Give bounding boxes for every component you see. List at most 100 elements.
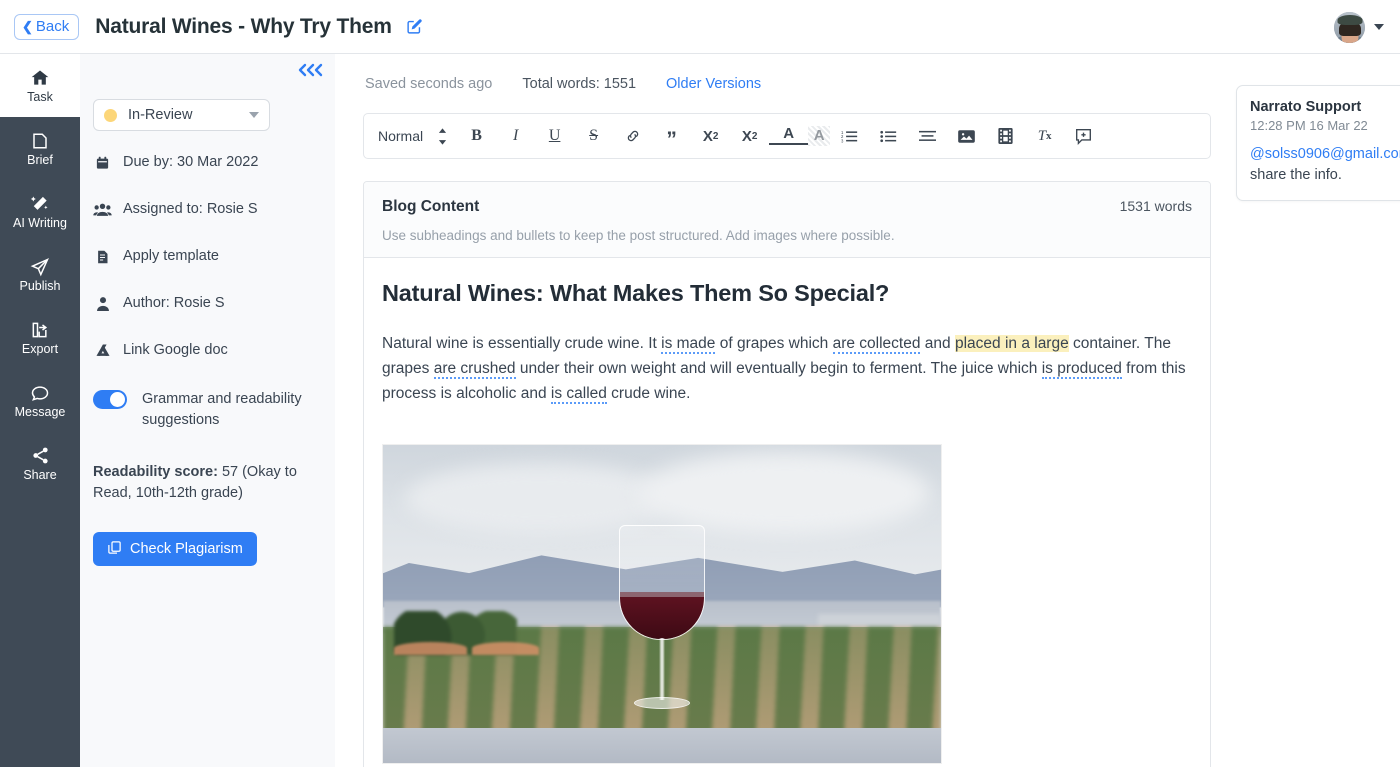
chevron-left-icon: ❮	[22, 18, 33, 34]
italic-icon[interactable]: I	[496, 114, 535, 158]
left-nav-rail: Task Brief AI Writing Publish Export Mes…	[0, 54, 80, 767]
speech-bubble-icon	[30, 382, 50, 403]
task-meta-panel: In-Review Due by: 30 Mar 2022 Assigned t…	[80, 54, 340, 767]
insert-image-icon[interactable]	[947, 114, 986, 158]
meta-row-label: Author: Rosie S	[123, 295, 225, 311]
strikethrough-icon[interactable]: S	[574, 114, 613, 158]
comment-timestamp: 12:28 PM 16 Mar 22	[1250, 118, 1368, 133]
comment-card[interactable]: Narrato Support 12:28 PM 16 Mar 22 @sols…	[1236, 85, 1400, 202]
rail-item-share[interactable]: Share	[0, 432, 80, 495]
insert-video-icon[interactable]	[986, 114, 1025, 158]
paragraph-text-2: of grapes which	[715, 335, 833, 352]
document-image[interactable]	[382, 444, 942, 765]
rail-item-task[interactable]: Task	[0, 54, 80, 117]
comments-pane: Narrato Support 12:28 PM 16 Mar 22 @sols…	[1226, 54, 1400, 767]
page-title-text: Natural Wines - Why Try Them	[95, 14, 392, 38]
google-drive-icon	[93, 342, 112, 358]
check-plagiarism-button[interactable]: Check Plagiarism	[93, 532, 257, 566]
top-bar: ❮ Back Natural Wines - Why Try Them	[0, 0, 1400, 54]
person-icon	[93, 295, 112, 312]
meta-row-assignee[interactable]: Assigned to: Rosie S	[93, 201, 328, 226]
chevron-down-icon[interactable]	[1374, 24, 1384, 30]
link-icon[interactable]	[613, 114, 652, 158]
rail-item-message[interactable]: Message	[0, 369, 80, 432]
magic-wand-icon	[30, 193, 50, 214]
highlighted-text-5[interactable]: placed in a large	[954, 335, 1069, 352]
format-dropdown-label[interactable]: Normal	[378, 128, 427, 144]
check-plagiarism-label: Check Plagiarism	[130, 541, 243, 557]
status-label: In-Review	[128, 107, 193, 123]
add-comment-icon[interactable]	[1064, 114, 1103, 158]
users-icon	[93, 201, 112, 217]
rail-item-label: AI Writing	[13, 216, 67, 231]
grammar-suggestion-1[interactable]: is made	[661, 335, 716, 354]
text-color-icon[interactable]: A	[769, 125, 809, 145]
older-versions-link[interactable]: Older Versions	[666, 76, 761, 92]
subscript-icon[interactable]: X2	[691, 114, 730, 158]
comment-body: @solss0906@gmail.com want to share the i…	[1250, 144, 1400, 186]
meta-row-label: Assigned to: Rosie S	[123, 201, 258, 217]
rail-item-label: Share	[23, 468, 57, 483]
document-paragraph: Natural wine is essentially crude wine. …	[382, 331, 1192, 406]
status-dropdown[interactable]: In-Review	[93, 99, 270, 131]
meta-row-label: Link Google doc	[123, 342, 228, 358]
status-dot-icon	[104, 108, 117, 122]
content-card-hint: Use subheadings and bullets to keep the …	[382, 228, 895, 243]
back-button[interactable]: ❮ Back	[14, 13, 80, 40]
superscript-icon[interactable]: X2	[730, 114, 769, 158]
page-title: Natural Wines - Why Try Them	[95, 15, 423, 39]
rail-item-ai-writing[interactable]: AI Writing	[0, 180, 80, 243]
triple-chevron-left-icon[interactable]	[295, 62, 325, 82]
document-editable-body[interactable]: Natural Wines: What Makes Them So Specia…	[364, 258, 1210, 765]
readability-label: Readability score:	[93, 464, 218, 480]
pencil-square-icon[interactable]	[406, 18, 423, 35]
paragraph-text-4: and	[920, 335, 955, 352]
home-icon	[30, 67, 50, 88]
highlight-color-icon[interactable]: A	[808, 126, 831, 146]
grammar-suggestions-toggle[interactable]	[93, 390, 127, 409]
paragraph-text-8: under their own weight and will eventual…	[515, 360, 1042, 378]
rail-item-brief[interactable]: Brief	[0, 117, 80, 180]
rail-item-export[interactable]: Export	[0, 306, 80, 369]
grammar-suggestion-3[interactable]: are collected	[832, 335, 921, 354]
template-icon	[93, 248, 112, 265]
meta-row-due-date[interactable]: Due by: 30 Mar 2022	[93, 154, 328, 179]
rail-item-label: Publish	[19, 279, 61, 294]
editor-status-bar: Saved seconds ago Total words: 1551 Olde…	[365, 76, 761, 92]
paper-plane-icon	[30, 256, 50, 277]
comment-author: Narrato Support	[1250, 99, 1362, 115]
meta-row-apply-template[interactable]: Apply template	[93, 248, 328, 273]
grammar-suggestion-7[interactable]: are crushed	[433, 360, 516, 380]
calendar-icon	[93, 154, 112, 171]
meta-row-label: Apply template	[123, 248, 219, 264]
format-stepper-icon[interactable]	[427, 114, 457, 158]
meta-row-label: Due by: 30 Mar 2022	[123, 154, 259, 170]
align-icon[interactable]	[908, 114, 947, 158]
underline-icon[interactable]: U	[535, 114, 574, 158]
clear-format-icon[interactable]: Tx	[1025, 114, 1064, 158]
grammar-suggestion-9[interactable]: is produced	[1041, 360, 1122, 380]
content-card-title: Blog Content	[382, 198, 480, 215]
blog-content-card: Blog Content 1531 words Use subheadings …	[363, 181, 1211, 767]
meta-row-author[interactable]: Author: Rosie S	[93, 295, 328, 320]
bullet-list-icon[interactable]	[869, 114, 908, 158]
share-nodes-icon	[31, 445, 50, 466]
numbered-list-icon[interactable]: 123	[830, 114, 869, 158]
readability-score: Readability score: 57 (Okay to Read, 10t…	[93, 462, 315, 504]
caret-down-icon	[249, 112, 259, 118]
editor-toolbar: Normal B I U S ” X2 X2 A A 123 Tx	[363, 113, 1211, 159]
grammar-suggestion-11[interactable]: is called	[550, 385, 607, 405]
meta-row-grammar-toggle[interactable]: Grammar and readability suggestions	[93, 389, 328, 430]
note-icon	[31, 130, 49, 151]
meta-row-link-google-doc[interactable]: Link Google doc	[93, 342, 328, 367]
rail-item-label: Brief	[27, 153, 53, 168]
total-words: Total words: 1551	[522, 76, 637, 92]
rail-item-publish[interactable]: Publish	[0, 243, 80, 306]
bold-icon[interactable]: B	[457, 114, 496, 158]
comment-mention[interactable]: @solss0906@gmail.com	[1250, 146, 1400, 162]
avatar[interactable]	[1334, 11, 1365, 43]
paragraph-text-0: Natural wine is essentially crude wine. …	[382, 335, 662, 352]
blockquote-icon[interactable]: ”	[652, 114, 691, 158]
document-heading: Natural Wines: What Makes Them So Specia…	[382, 280, 890, 306]
account-area	[1334, 0, 1384, 54]
